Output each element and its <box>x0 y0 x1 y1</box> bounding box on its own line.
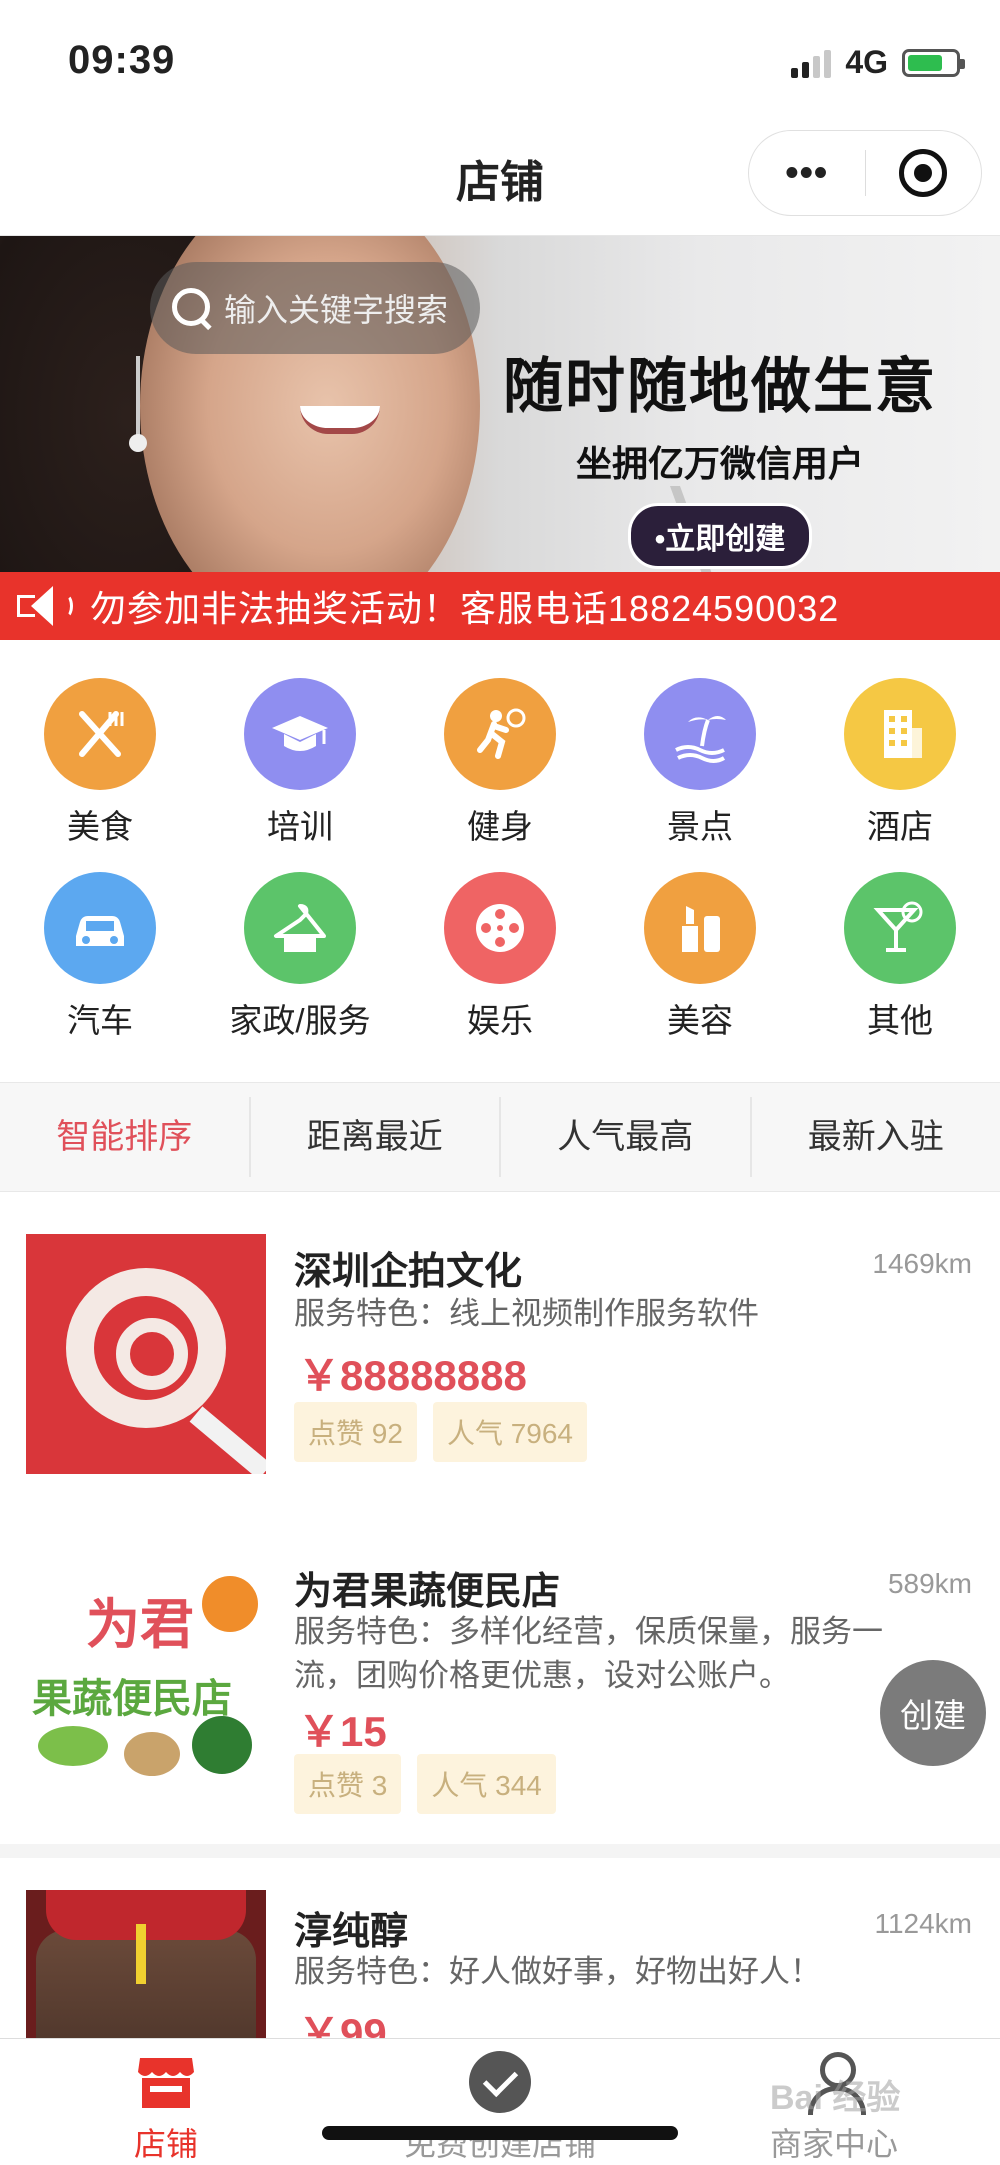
status-time: 09:39 <box>68 38 176 82</box>
store-icon <box>16 2047 316 2117</box>
film-reel-icon <box>444 872 556 984</box>
tab-store[interactable]: 店铺 <box>16 2047 316 2165</box>
category-training[interactable]: 培训 <box>200 678 400 848</box>
store-card[interactable]: 为君 果蔬便民店 为君果蔬便民店 589km 服务特色：多样化经营，保质保量，服… <box>0 1512 1000 1844</box>
lipstick-icon <box>644 872 756 984</box>
home-indicator[interactable] <box>322 2126 678 2140</box>
mini-program-capsule: ••• <box>748 130 982 216</box>
watermark: Bai 经验 <box>770 2079 901 2117</box>
likes-badge: 点赞 3 <box>294 1754 402 1814</box>
category-label: 娱乐 <box>467 1002 533 1039</box>
popularity-badge: 人气 7964 <box>432 1402 588 1462</box>
category-other[interactable]: 其他 <box>800 872 1000 1042</box>
tab-create-store[interactable]: 免费创建店铺 <box>350 2047 650 2165</box>
target-icon <box>899 149 948 197</box>
notice-text: 勿参加非法抽奖活动！客服电话18824590032 <box>90 588 840 629</box>
fork-knife-icon <box>44 678 156 790</box>
create-now-button[interactable]: •立即创建 <box>627 503 813 569</box>
tab-newest[interactable]: 最新入驻 <box>752 1097 1000 1177</box>
category-label: 健身 <box>467 808 533 845</box>
store-thumbnail <box>26 1234 266 1474</box>
category-label: 汽车 <box>67 1002 133 1039</box>
store-list: 深圳企拍文化 1469km 服务特色：线上视频制作服务软件 ￥88888888 … <box>0 1192 1000 2038</box>
network-type: 4G <box>845 44 888 80</box>
store-description: 服务特色：好人做好事，好物出好人！ <box>294 1954 821 1989</box>
category-label: 美容 <box>667 1002 733 1039</box>
status-indicators: 4G <box>791 44 965 81</box>
tab-most-popular[interactable]: 人气最高 <box>501 1097 752 1177</box>
store-distance: 1124km <box>874 1908 972 1939</box>
store-tags: 点赞 3 人气 344 <box>294 1754 556 1814</box>
store-name: 深圳企拍文化 <box>294 1251 523 1293</box>
category-label: 美食 <box>67 808 133 845</box>
store-price: ￥15 <box>298 1708 387 1755</box>
search-icon <box>170 286 214 330</box>
tab-smart-sort[interactable]: 智能排序 <box>0 1097 251 1177</box>
store-card[interactable]: 深圳企拍文化 1469km 服务特色：线上视频制作服务软件 ￥88888888 … <box>0 1192 1000 1512</box>
island-icon <box>644 678 756 790</box>
notice-bar: 勿参加非法抽奖活动！客服电话18824590032 <box>0 572 1000 640</box>
graduation-cap-icon <box>244 678 356 790</box>
category-housekeeping[interactable]: 家政/服务 <box>200 872 400 1042</box>
category-label: 家政/服务 <box>229 1002 371 1039</box>
likes-badge: 点赞 92 <box>294 1402 417 1462</box>
banner-copy: 随时随地做生意 坐拥亿万微信用户 •立即创建 <box>470 338 970 569</box>
speaker-icon <box>0 586 90 626</box>
store-distance: 1469km <box>872 1248 972 1279</box>
banner-headline: 随时随地做生意 <box>503 353 937 420</box>
status-bar: 09:39 4G <box>0 0 1000 118</box>
thumbnail-text: 为君 <box>86 1595 194 1655</box>
category-label: 酒店 <box>867 808 933 845</box>
category-auto[interactable]: 汽车 <box>0 872 200 1042</box>
cocktail-icon <box>844 872 956 984</box>
banner-image-earring <box>129 356 147 452</box>
store-price: ￥99 <box>298 2010 387 2038</box>
tab-label: 商家中心 <box>769 2126 898 2162</box>
tab-nearest[interactable]: 距离最近 <box>251 1097 501 1177</box>
runner-icon <box>444 678 556 790</box>
store-thumbnail: 为君 果蔬便民店 <box>26 1550 266 1790</box>
category-grid: 美食 培训 健身 景点 酒店 汽车 家政/服务 娱乐 美容 其他 <box>0 640 1000 1082</box>
more-button[interactable]: ••• <box>749 130 865 216</box>
category-hotel[interactable]: 酒店 <box>800 678 1000 848</box>
car-icon <box>44 872 156 984</box>
building-icon <box>844 678 956 790</box>
category-beauty[interactable]: 美容 <box>600 872 800 1042</box>
store-tags: 点赞 92 人气 7964 <box>294 1402 588 1462</box>
search-placeholder: 输入关键字搜索 <box>224 292 449 328</box>
tab-label: 店铺 <box>133 2126 198 2162</box>
store-description: 服务特色：线上视频制作服务软件 <box>294 1296 759 1331</box>
search-bar[interactable]: 输入关键字搜索 <box>150 262 480 354</box>
store-distance: 589km <box>887 1568 972 1599</box>
store-name: 淳纯醇 <box>294 1911 409 1953</box>
check-circle-icon <box>350 2047 650 2117</box>
category-label: 培训 <box>267 808 333 845</box>
hanger-icon <box>244 872 356 984</box>
popularity-badge: 人气 344 <box>417 1754 556 1814</box>
category-food[interactable]: 美食 <box>0 678 200 848</box>
banner-subline: 坐拥亿万微信用户 <box>575 443 864 484</box>
category-label: 景点 <box>667 808 733 845</box>
category-fitness[interactable]: 健身 <box>400 678 600 848</box>
store-thumbnail <box>26 1890 266 2038</box>
store-card[interactable]: 淳纯醇 1124km 服务特色：好人做好事，好物出好人！ ￥99 <box>0 1858 1000 2038</box>
battery-icon <box>902 48 965 77</box>
category-entertainment[interactable]: 娱乐 <box>400 872 600 1042</box>
signal-icon <box>791 48 832 78</box>
store-name: 为君果蔬便民店 <box>294 1571 561 1613</box>
store-description: 服务特色：多样化经营，保质保量，服务一流，团购价格更优惠，设对公账户。 <box>294 1614 883 1693</box>
sort-tabs: 智能排序 距离最近 人气最高 最新入驻 <box>0 1082 1000 1192</box>
nav-bar: 店铺 ••• <box>0 118 1000 236</box>
store-price: ￥88888888 <box>298 1352 527 1399</box>
create-float-button[interactable]: 创建 <box>880 1660 986 1766</box>
category-scenic[interactable]: 景点 <box>600 678 800 848</box>
close-button[interactable] <box>866 149 982 197</box>
category-label: 其他 <box>867 1002 933 1039</box>
thumbnail-text: 果蔬便民店 <box>32 1677 232 1721</box>
